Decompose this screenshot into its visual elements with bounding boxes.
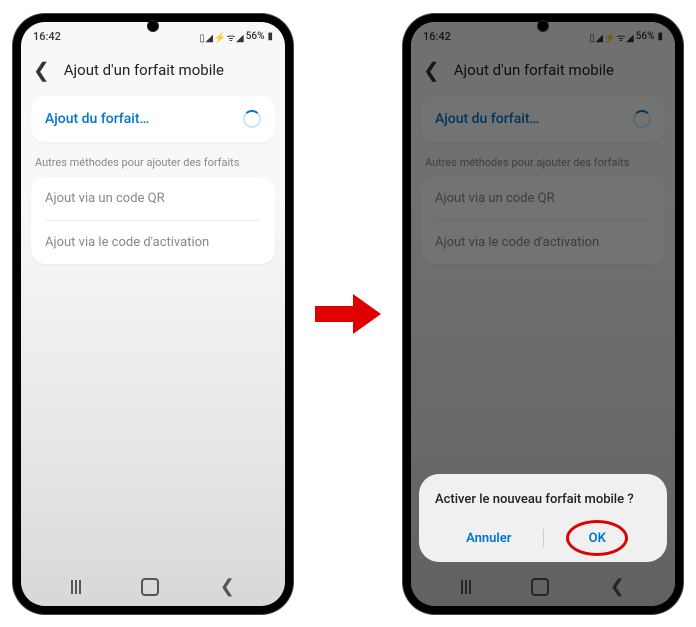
nav-back-icon[interactable]: ❮ (220, 578, 235, 596)
screen-right: 16:42 ▯ ◢ ⚡ ᯤ ◢ 56% ▮ ❮ Ajout d'un forfa… (411, 22, 675, 606)
ok-label: OK (589, 531, 606, 546)
option-activation[interactable]: Ajout via le code d'activation (31, 221, 275, 264)
android-navbar: ❮ (21, 566, 285, 606)
phone-right: 16:42 ▯ ◢ ⚡ ᯤ ◢ 56% ▮ ❮ Ajout d'un forfa… (403, 14, 683, 614)
confirm-dialog: Activer le nouveau forfait mobile ? Annu… (419, 474, 667, 562)
battery-percent: 56% (246, 31, 265, 42)
ok-button[interactable]: OK (544, 523, 652, 554)
status-right: ▯ ◢ ⚡ ᯤ ◢ 56% ▮ (199, 30, 273, 44)
section-label: Autres méthodes pour ajouter des forfait… (31, 142, 275, 177)
nav-recent-icon[interactable] (71, 580, 81, 594)
primary-action-label: Ajout du forfait… (45, 111, 149, 127)
dialog-title: Activer le nouveau forfait mobile ? (435, 492, 651, 507)
option-qr[interactable]: Ajout via un code QR (31, 177, 275, 220)
options-list: Ajout via un code QR Ajout via le code d… (31, 177, 275, 264)
battery-icon: ▮ (267, 31, 273, 42)
back-icon[interactable]: ❮ (33, 60, 50, 80)
dialog-buttons: Annuler OK (435, 523, 651, 554)
status-time: 16:42 (33, 30, 61, 43)
screen-left: 16:42 ▯ ◢ ⚡ ᯤ ◢ 56% ▮ ❮ Ajout d'un forfa… (21, 22, 285, 606)
nav-home-icon[interactable] (141, 578, 159, 596)
content-area: Ajout du forfait… Autres méthodes pour a… (21, 90, 285, 566)
primary-action-card[interactable]: Ajout du forfait… (31, 96, 275, 142)
page-header: ❮ Ajout d'un forfait mobile (21, 50, 285, 90)
camera-cutout (147, 20, 159, 32)
phone-left: 16:42 ▯ ◢ ⚡ ᯤ ◢ 56% ▮ ❮ Ajout d'un forfa… (13, 14, 293, 614)
status-icons: ▯ ◢ ⚡ ᯤ ◢ (199, 30, 242, 44)
loading-spinner-icon (243, 110, 261, 128)
page-title: Ajout d'un forfait mobile (64, 61, 224, 79)
cancel-button[interactable]: Annuler (435, 523, 543, 554)
arrow-icon (313, 292, 383, 336)
camera-cutout (537, 20, 549, 32)
